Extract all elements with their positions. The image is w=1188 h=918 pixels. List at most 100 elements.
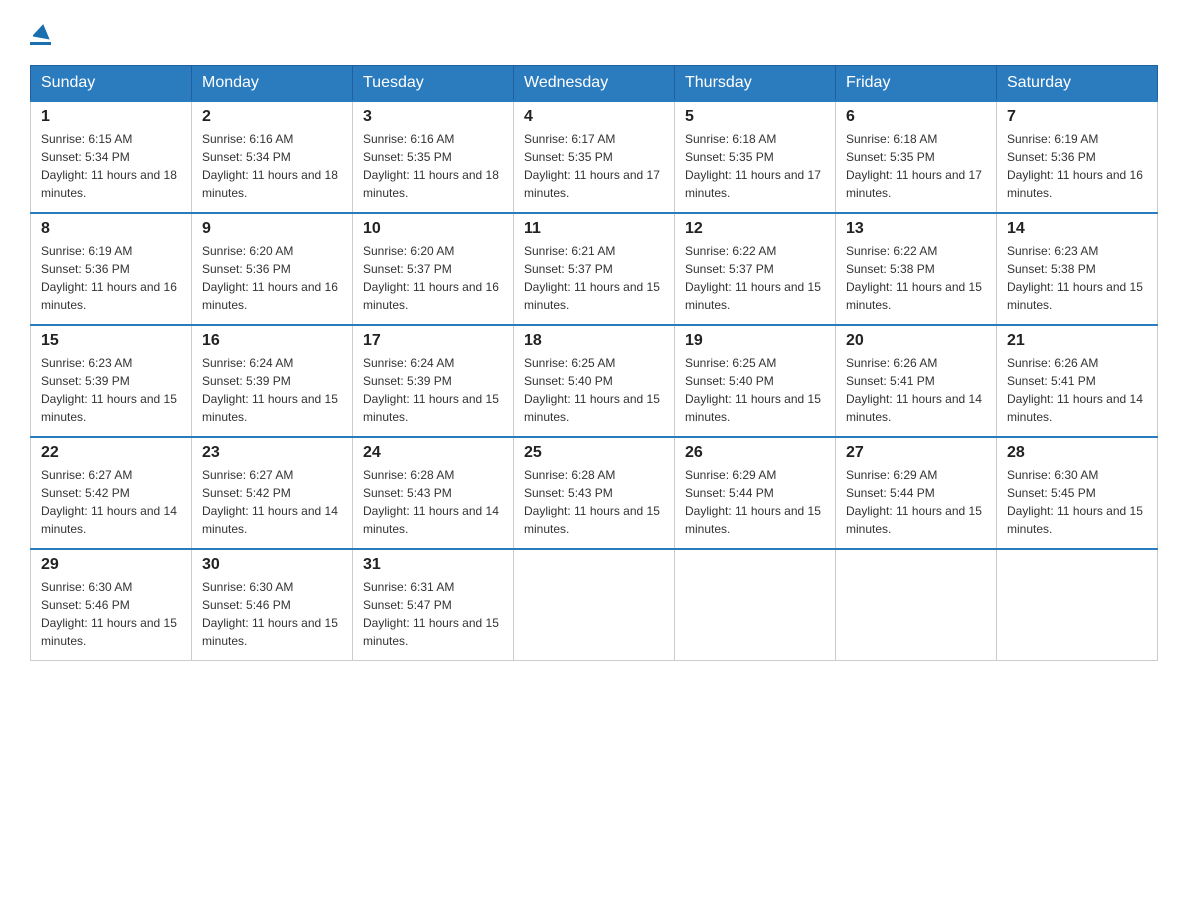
- day-number: 15: [41, 332, 181, 350]
- calendar-week-row: 29 Sunrise: 6:30 AM Sunset: 5:46 PM Dayl…: [31, 549, 1158, 661]
- day-number: 4: [524, 108, 664, 126]
- calendar-day-cell: 29 Sunrise: 6:30 AM Sunset: 5:46 PM Dayl…: [31, 549, 192, 661]
- logo: [30, 20, 51, 45]
- calendar-day-cell: 9 Sunrise: 6:20 AM Sunset: 5:36 PM Dayli…: [192, 213, 353, 325]
- day-info: Sunrise: 6:26 AM Sunset: 5:41 PM Dayligh…: [846, 354, 986, 426]
- day-info: Sunrise: 6:23 AM Sunset: 5:38 PM Dayligh…: [1007, 242, 1147, 314]
- day-number: 27: [846, 444, 986, 462]
- day-info: Sunrise: 6:29 AM Sunset: 5:44 PM Dayligh…: [846, 466, 986, 538]
- day-info: Sunrise: 6:29 AM Sunset: 5:44 PM Dayligh…: [685, 466, 825, 538]
- day-info: Sunrise: 6:16 AM Sunset: 5:35 PM Dayligh…: [363, 130, 503, 202]
- day-of-week-header: Monday: [192, 66, 353, 102]
- day-number: 25: [524, 444, 664, 462]
- calendar-day-cell: 16 Sunrise: 6:24 AM Sunset: 5:39 PM Dayl…: [192, 325, 353, 437]
- day-number: 20: [846, 332, 986, 350]
- day-info: Sunrise: 6:23 AM Sunset: 5:39 PM Dayligh…: [41, 354, 181, 426]
- day-number: 5: [685, 108, 825, 126]
- day-info: Sunrise: 6:28 AM Sunset: 5:43 PM Dayligh…: [524, 466, 664, 538]
- calendar-day-cell: 22 Sunrise: 6:27 AM Sunset: 5:42 PM Dayl…: [31, 437, 192, 549]
- day-number: 18: [524, 332, 664, 350]
- calendar-day-cell: 10 Sunrise: 6:20 AM Sunset: 5:37 PM Dayl…: [353, 213, 514, 325]
- calendar-day-cell: 30 Sunrise: 6:30 AM Sunset: 5:46 PM Dayl…: [192, 549, 353, 661]
- day-info: Sunrise: 6:19 AM Sunset: 5:36 PM Dayligh…: [1007, 130, 1147, 202]
- day-number: 16: [202, 332, 342, 350]
- day-number: 3: [363, 108, 503, 126]
- day-number: 8: [41, 220, 181, 238]
- day-number: 2: [202, 108, 342, 126]
- day-info: Sunrise: 6:18 AM Sunset: 5:35 PM Dayligh…: [846, 130, 986, 202]
- calendar-day-cell: [836, 549, 997, 661]
- calendar-day-cell: 4 Sunrise: 6:17 AM Sunset: 5:35 PM Dayli…: [514, 101, 675, 213]
- day-of-week-header: Tuesday: [353, 66, 514, 102]
- day-info: Sunrise: 6:21 AM Sunset: 5:37 PM Dayligh…: [524, 242, 664, 314]
- day-info: Sunrise: 6:24 AM Sunset: 5:39 PM Dayligh…: [363, 354, 503, 426]
- day-number: 29: [41, 556, 181, 574]
- day-info: Sunrise: 6:20 AM Sunset: 5:36 PM Dayligh…: [202, 242, 342, 314]
- calendar-day-cell: 21 Sunrise: 6:26 AM Sunset: 5:41 PM Dayl…: [997, 325, 1158, 437]
- day-of-week-header: Friday: [836, 66, 997, 102]
- day-info: Sunrise: 6:27 AM Sunset: 5:42 PM Dayligh…: [41, 466, 181, 538]
- day-of-week-header: Sunday: [31, 66, 192, 102]
- day-number: 12: [685, 220, 825, 238]
- day-number: 30: [202, 556, 342, 574]
- day-info: Sunrise: 6:15 AM Sunset: 5:34 PM Dayligh…: [41, 130, 181, 202]
- day-info: Sunrise: 6:25 AM Sunset: 5:40 PM Dayligh…: [685, 354, 825, 426]
- calendar-day-cell: 3 Sunrise: 6:16 AM Sunset: 5:35 PM Dayli…: [353, 101, 514, 213]
- day-info: Sunrise: 6:22 AM Sunset: 5:38 PM Dayligh…: [846, 242, 986, 314]
- calendar-day-cell: 7 Sunrise: 6:19 AM Sunset: 5:36 PM Dayli…: [997, 101, 1158, 213]
- day-info: Sunrise: 6:17 AM Sunset: 5:35 PM Dayligh…: [524, 130, 664, 202]
- day-number: 21: [1007, 332, 1147, 350]
- day-of-week-header: Wednesday: [514, 66, 675, 102]
- day-info: Sunrise: 6:30 AM Sunset: 5:45 PM Dayligh…: [1007, 466, 1147, 538]
- day-info: Sunrise: 6:31 AM Sunset: 5:47 PM Dayligh…: [363, 578, 503, 650]
- calendar-day-cell: 12 Sunrise: 6:22 AM Sunset: 5:37 PM Dayl…: [675, 213, 836, 325]
- page-header: [30, 20, 1158, 45]
- day-info: Sunrise: 6:27 AM Sunset: 5:42 PM Dayligh…: [202, 466, 342, 538]
- calendar-day-cell: 2 Sunrise: 6:16 AM Sunset: 5:34 PM Dayli…: [192, 101, 353, 213]
- calendar-day-cell: 11 Sunrise: 6:21 AM Sunset: 5:37 PM Dayl…: [514, 213, 675, 325]
- day-number: 19: [685, 332, 825, 350]
- calendar-day-cell: 25 Sunrise: 6:28 AM Sunset: 5:43 PM Dayl…: [514, 437, 675, 549]
- day-info: Sunrise: 6:28 AM Sunset: 5:43 PM Dayligh…: [363, 466, 503, 538]
- calendar-day-cell: 17 Sunrise: 6:24 AM Sunset: 5:39 PM Dayl…: [353, 325, 514, 437]
- day-number: 13: [846, 220, 986, 238]
- day-info: Sunrise: 6:24 AM Sunset: 5:39 PM Dayligh…: [202, 354, 342, 426]
- calendar-day-cell: 15 Sunrise: 6:23 AM Sunset: 5:39 PM Dayl…: [31, 325, 192, 437]
- day-number: 14: [1007, 220, 1147, 238]
- calendar-week-row: 22 Sunrise: 6:27 AM Sunset: 5:42 PM Dayl…: [31, 437, 1158, 549]
- calendar-week-row: 1 Sunrise: 6:15 AM Sunset: 5:34 PM Dayli…: [31, 101, 1158, 213]
- day-number: 28: [1007, 444, 1147, 462]
- calendar-week-row: 8 Sunrise: 6:19 AM Sunset: 5:36 PM Dayli…: [31, 213, 1158, 325]
- calendar-table: SundayMondayTuesdayWednesdayThursdayFrid…: [30, 65, 1158, 661]
- day-info: Sunrise: 6:16 AM Sunset: 5:34 PM Dayligh…: [202, 130, 342, 202]
- calendar-day-cell: 20 Sunrise: 6:26 AM Sunset: 5:41 PM Dayl…: [836, 325, 997, 437]
- day-info: Sunrise: 6:19 AM Sunset: 5:36 PM Dayligh…: [41, 242, 181, 314]
- day-info: Sunrise: 6:25 AM Sunset: 5:40 PM Dayligh…: [524, 354, 664, 426]
- day-number: 22: [41, 444, 181, 462]
- day-of-week-header: Thursday: [675, 66, 836, 102]
- day-number: 26: [685, 444, 825, 462]
- calendar-day-cell: 31 Sunrise: 6:31 AM Sunset: 5:47 PM Dayl…: [353, 549, 514, 661]
- calendar-day-cell: 8 Sunrise: 6:19 AM Sunset: 5:36 PM Dayli…: [31, 213, 192, 325]
- calendar-day-cell: [675, 549, 836, 661]
- calendar-header-row: SundayMondayTuesdayWednesdayThursdayFrid…: [31, 66, 1158, 102]
- day-number: 17: [363, 332, 503, 350]
- calendar-day-cell: 27 Sunrise: 6:29 AM Sunset: 5:44 PM Dayl…: [836, 437, 997, 549]
- day-number: 23: [202, 444, 342, 462]
- calendar-day-cell: 5 Sunrise: 6:18 AM Sunset: 5:35 PM Dayli…: [675, 101, 836, 213]
- calendar-day-cell: 14 Sunrise: 6:23 AM Sunset: 5:38 PM Dayl…: [997, 213, 1158, 325]
- day-info: Sunrise: 6:30 AM Sunset: 5:46 PM Dayligh…: [202, 578, 342, 650]
- calendar-day-cell: 26 Sunrise: 6:29 AM Sunset: 5:44 PM Dayl…: [675, 437, 836, 549]
- logo-underline: [30, 42, 51, 45]
- calendar-day-cell: 13 Sunrise: 6:22 AM Sunset: 5:38 PM Dayl…: [836, 213, 997, 325]
- day-number: 6: [846, 108, 986, 126]
- calendar-day-cell: 19 Sunrise: 6:25 AM Sunset: 5:40 PM Dayl…: [675, 325, 836, 437]
- calendar-day-cell: 1 Sunrise: 6:15 AM Sunset: 5:34 PM Dayli…: [31, 101, 192, 213]
- day-info: Sunrise: 6:20 AM Sunset: 5:37 PM Dayligh…: [363, 242, 503, 314]
- calendar-day-cell: 24 Sunrise: 6:28 AM Sunset: 5:43 PM Dayl…: [353, 437, 514, 549]
- day-number: 9: [202, 220, 342, 238]
- calendar-week-row: 15 Sunrise: 6:23 AM Sunset: 5:39 PM Dayl…: [31, 325, 1158, 437]
- calendar-day-cell: 6 Sunrise: 6:18 AM Sunset: 5:35 PM Dayli…: [836, 101, 997, 213]
- calendar-day-cell: [997, 549, 1158, 661]
- day-number: 10: [363, 220, 503, 238]
